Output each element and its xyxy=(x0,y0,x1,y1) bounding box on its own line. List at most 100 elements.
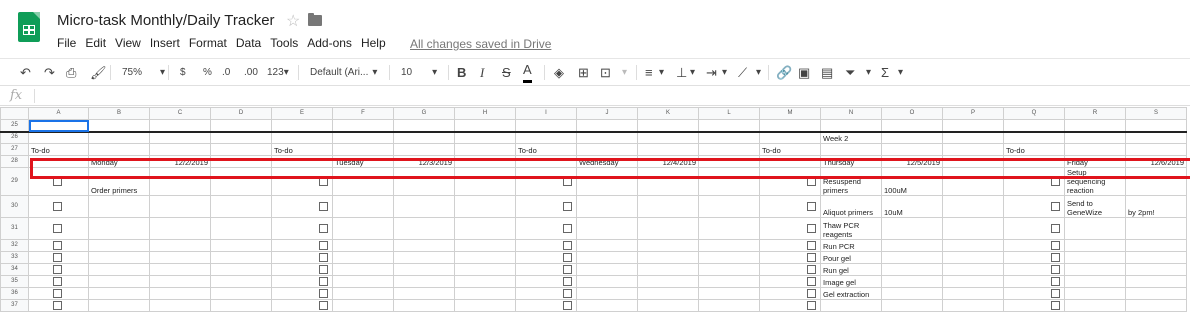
cell-i32[interactable] xyxy=(515,239,577,252)
cell-p33[interactable] xyxy=(942,251,1004,264)
cell-d27[interactable] xyxy=(210,143,272,156)
cell-d25[interactable] xyxy=(210,119,272,132)
cell-l28[interactable] xyxy=(698,155,760,168)
zoom-select[interactable]: 75% ▾ xyxy=(122,59,165,86)
cell-d32[interactable] xyxy=(210,239,272,252)
cell-c33[interactable] xyxy=(149,251,211,264)
cell-e28[interactable] xyxy=(271,155,333,168)
cell-d36[interactable] xyxy=(210,287,272,300)
todo-checkbox[interactable] xyxy=(1051,265,1060,275)
todo-checkbox[interactable] xyxy=(1051,224,1060,234)
functions-icon[interactable]: Σ xyxy=(881,59,889,86)
filter-dropdown-icon[interactable]: ▾ xyxy=(866,59,871,86)
cell-d37[interactable] xyxy=(210,299,272,312)
cell-a27[interactable]: To-do xyxy=(28,143,89,156)
bold-icon[interactable]: B xyxy=(457,59,466,86)
sheets-logo-icon[interactable] xyxy=(18,12,40,42)
todo-checkbox[interactable] xyxy=(53,301,62,311)
cell-p32[interactable] xyxy=(942,239,1004,252)
cell-o33[interactable] xyxy=(881,251,943,264)
column-header-a[interactable]: A xyxy=(28,107,89,120)
cell-q36[interactable] xyxy=(1003,287,1065,300)
cell-e25[interactable] xyxy=(271,119,333,132)
cell-m29[interactable] xyxy=(759,167,821,196)
cell-m26[interactable] xyxy=(759,130,821,144)
menu-data[interactable]: Data xyxy=(236,36,261,50)
cell-d26[interactable] xyxy=(210,130,272,144)
font-size-select[interactable]: 10 ▾ xyxy=(401,59,437,86)
column-header-g[interactable]: G xyxy=(393,107,455,120)
cell-c32[interactable] xyxy=(149,239,211,252)
todo-checkbox[interactable] xyxy=(319,277,328,287)
cell-j29[interactable] xyxy=(576,167,638,196)
column-header-s[interactable]: S xyxy=(1125,107,1187,120)
cell-a30[interactable] xyxy=(28,195,89,218)
row-header[interactable]: 26 xyxy=(0,130,29,144)
todo-checkbox[interactable] xyxy=(53,277,62,287)
cell-e27[interactable]: To-do xyxy=(271,143,333,156)
font-family-select[interactable]: Default (Ari... ▾ xyxy=(310,59,377,86)
cell-s30[interactable]: by 2pm! xyxy=(1125,195,1187,218)
increase-decimal-button[interactable]: .00 xyxy=(244,59,258,86)
cell-k27[interactable] xyxy=(637,143,699,156)
todo-checkbox[interactable] xyxy=(807,177,816,187)
cell-h37[interactable] xyxy=(454,299,516,312)
cell-m34[interactable] xyxy=(759,263,821,276)
todo-checkbox[interactable] xyxy=(319,177,328,187)
cell-l26[interactable] xyxy=(698,130,760,144)
currency-format-button[interactable]: $ xyxy=(180,59,186,86)
todo-checkbox[interactable] xyxy=(563,202,572,212)
cell-p34[interactable] xyxy=(942,263,1004,276)
todo-checkbox[interactable] xyxy=(563,253,572,263)
cell-j31[interactable] xyxy=(576,217,638,240)
cell-q31[interactable] xyxy=(1003,217,1065,240)
todo-checkbox[interactable] xyxy=(1051,253,1060,263)
todo-checkbox[interactable] xyxy=(1051,241,1060,251)
cell-h33[interactable] xyxy=(454,251,516,264)
todo-checkbox[interactable] xyxy=(807,277,816,287)
cell-d33[interactable] xyxy=(210,251,272,264)
todo-checkbox[interactable] xyxy=(319,265,328,275)
todo-checkbox[interactable] xyxy=(807,289,816,299)
cell-e35[interactable] xyxy=(271,275,333,288)
sheet-table[interactable]: A B C D E F G H I J K L M N O P Q R S 25 26 Week 2 27 To-do To-d… xyxy=(0,107,1187,312)
cell-p26[interactable] xyxy=(942,130,1004,144)
cell-e36[interactable] xyxy=(271,287,333,300)
cell-c25[interactable] xyxy=(149,119,211,132)
cell-e33[interactable] xyxy=(271,251,333,264)
redo-icon[interactable]: ↷ xyxy=(44,59,55,86)
todo-checkbox[interactable] xyxy=(807,301,816,311)
cell-i28[interactable] xyxy=(515,155,577,168)
cell-d30[interactable] xyxy=(210,195,272,218)
cell-f26[interactable] xyxy=(332,130,394,144)
cell-s37[interactable] xyxy=(1125,299,1187,312)
todo-checkbox[interactable] xyxy=(319,224,328,234)
todo-checkbox[interactable] xyxy=(563,265,572,275)
cell-h25[interactable] xyxy=(454,119,516,132)
cell-i30[interactable] xyxy=(515,195,577,218)
cell-q28[interactable] xyxy=(1003,155,1065,168)
cell-n32[interactable]: Run PCR xyxy=(820,239,882,252)
todo-checkbox[interactable] xyxy=(53,177,62,187)
cell-l35[interactable] xyxy=(698,275,760,288)
cell-r33[interactable] xyxy=(1064,251,1126,264)
merge-cells-icon[interactable]: ⊡ xyxy=(600,59,611,86)
cell-g31[interactable] xyxy=(393,217,455,240)
column-header-q[interactable]: Q xyxy=(1003,107,1065,120)
menu-file[interactable]: File xyxy=(57,36,76,50)
menu-view[interactable]: View xyxy=(115,36,141,50)
column-header-m[interactable]: M xyxy=(759,107,821,120)
text-wrap-dropdown-icon[interactable]: ▾ xyxy=(722,59,727,86)
cell-r31[interactable] xyxy=(1064,217,1126,240)
cell-f32[interactable] xyxy=(332,239,394,252)
cell-r35[interactable] xyxy=(1064,275,1126,288)
cell-g36[interactable] xyxy=(393,287,455,300)
cell-a28[interactable] xyxy=(28,155,89,168)
cell-d34[interactable] xyxy=(210,263,272,276)
cell-b26[interactable] xyxy=(88,130,150,144)
cell-l27[interactable] xyxy=(698,143,760,156)
cell-n34[interactable]: Run gel xyxy=(820,263,882,276)
row-header[interactable]: 36 xyxy=(0,287,29,300)
todo-checkbox[interactable] xyxy=(319,301,328,311)
cell-j36[interactable] xyxy=(576,287,638,300)
